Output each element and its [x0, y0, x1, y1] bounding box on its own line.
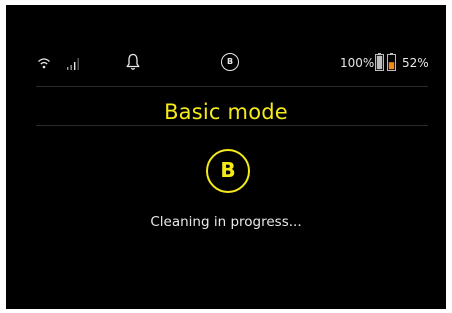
status-bar: B 100% 52%: [6, 49, 446, 77]
signal-bars-icon: [67, 58, 79, 70]
bell-icon: [126, 53, 140, 70]
page-title: Basic mode: [164, 100, 288, 124]
battery-half-icon: [387, 53, 396, 71]
battery-2-percent: 52%: [402, 56, 429, 70]
bottom-divider: [36, 125, 428, 126]
wifi-icon: [38, 58, 50, 69]
top-divider: [36, 86, 428, 87]
device-screen: B 100% 52% Basic mode B Cleaning in prog…: [6, 5, 446, 309]
cleaning-status-text: Cleaning in progress...: [150, 214, 302, 230]
battery-full-icon: [375, 53, 384, 71]
basic-mode-icon: B: [206, 149, 250, 193]
mode-badge-icon: B: [221, 53, 239, 71]
battery-1-percent: 100%: [340, 56, 375, 70]
